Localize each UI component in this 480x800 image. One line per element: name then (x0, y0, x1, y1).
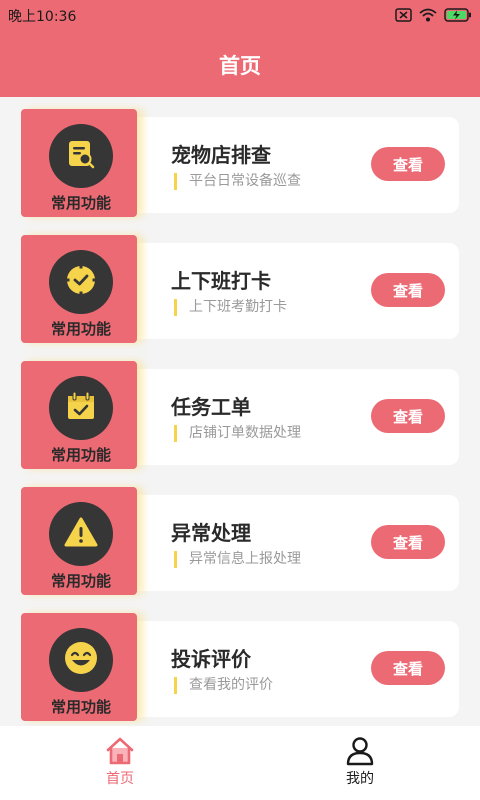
view-button[interactable]: 查看 (371, 651, 445, 685)
view-button[interactable]: 查看 (371, 399, 445, 433)
tab-home-label: 首页 (106, 771, 134, 787)
card-badge: 常用功能 (21, 109, 137, 217)
card-subtitle: 上下班考勤打卡 (174, 299, 287, 316)
card-title: 宠物店排查 (171, 143, 271, 167)
card-badge: 常用功能 (21, 487, 137, 595)
feature-card-clock-in[interactable]: 常用功能 上下班打卡 上下班考勤打卡 查看 (21, 235, 459, 345)
calendar-check-icon (65, 390, 97, 426)
inspection-document-icon (65, 138, 97, 174)
user-icon (345, 736, 375, 766)
feature-card-complaints-reviews[interactable]: 常用功能 投诉评价 查看我的评价 查看 (21, 613, 459, 723)
icon-circle (49, 250, 113, 314)
card-badge: 常用功能 (21, 613, 137, 721)
battery-charging-icon (444, 7, 472, 26)
badge-label: 常用功能 (50, 572, 111, 590)
app-root: 晚上10:36 首页 常用功能 宠物店排查 平台日常设备巡查 查看 常用功能 上… (0, 0, 480, 800)
bottom-tab-bar: 首页 我的 (0, 726, 480, 800)
card-title: 任务工单 (171, 395, 251, 419)
card-title: 异常处理 (171, 521, 251, 545)
icon-circle (49, 628, 113, 692)
feature-card-pet-store-inspection[interactable]: 常用功能 宠物店排查 平台日常设备巡查 查看 (21, 109, 459, 219)
sim-off-icon (395, 7, 412, 26)
card-subtitle: 查看我的评价 (174, 677, 273, 694)
card-badge: 常用功能 (21, 361, 137, 469)
icon-circle (49, 124, 113, 188)
page-title: 首页 (219, 54, 261, 78)
home-icon (105, 736, 135, 766)
view-button[interactable]: 查看 (371, 525, 445, 559)
view-button[interactable]: 查看 (371, 147, 445, 181)
icon-circle (49, 502, 113, 566)
card-title: 投诉评价 (171, 647, 251, 671)
tab-mine-label: 我的 (346, 771, 374, 787)
card-subtitle: 店铺订单数据处理 (174, 425, 301, 442)
status-time: 晚上10:36 (8, 9, 77, 25)
card-badge: 常用功能 (21, 235, 137, 343)
status-icons (395, 7, 472, 26)
card-subtitle: 异常信息上报处理 (174, 551, 301, 568)
icon-circle (49, 376, 113, 440)
badge-label: 常用功能 (50, 698, 111, 716)
wifi-icon (419, 7, 437, 26)
warning-icon (64, 516, 98, 552)
view-button[interactable]: 查看 (371, 273, 445, 307)
tab-mine[interactable]: 我的 (240, 726, 480, 800)
card-title: 上下班打卡 (171, 269, 271, 293)
badge-label: 常用功能 (50, 194, 111, 212)
header-bar: 晚上10:36 首页 (0, 0, 480, 97)
feature-card-exception-handling[interactable]: 常用功能 异常处理 异常信息上报处理 查看 (21, 487, 459, 597)
badge-label: 常用功能 (50, 446, 111, 464)
tab-home[interactable]: 首页 (0, 726, 240, 800)
clock-check-icon (64, 263, 98, 301)
smile-icon (63, 640, 99, 680)
card-subtitle: 平台日常设备巡查 (174, 173, 301, 190)
feature-card-task-orders[interactable]: 常用功能 任务工单 店铺订单数据处理 查看 (21, 361, 459, 471)
status-bar: 晚上10:36 (0, 0, 480, 30)
badge-label: 常用功能 (50, 320, 111, 338)
